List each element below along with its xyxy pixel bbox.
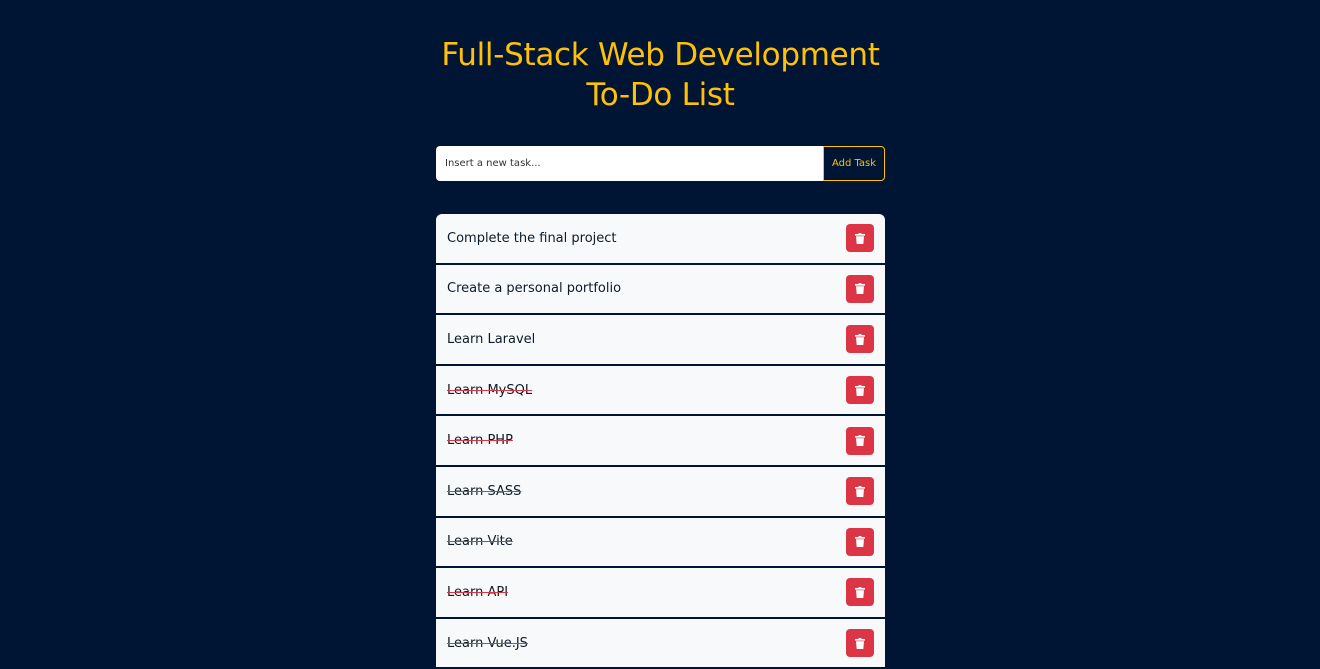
task-item[interactable]: Learn MySQL [436, 365, 885, 417]
trash-icon [855, 435, 865, 447]
task-item[interactable]: Learn SASS [436, 466, 885, 518]
page-title: Full-Stack Web Development To-Do List [416, 35, 905, 115]
add-task-button[interactable]: Add Task [823, 146, 885, 181]
task-text[interactable]: Complete the final project [447, 231, 617, 246]
delete-task-button[interactable] [846, 527, 874, 556]
task-text[interactable]: Learn SASS [447, 484, 521, 499]
trash-icon [855, 637, 865, 649]
task-text[interactable]: Learn PHP [447, 433, 513, 448]
delete-task-button[interactable] [846, 376, 874, 405]
title-line-2: To-Do List [586, 77, 735, 113]
delete-task-button[interactable] [846, 629, 874, 658]
task-item[interactable]: Complete the final project [436, 214, 885, 265]
task-item[interactable]: Learn PHP [436, 416, 885, 467]
task-item[interactable]: Learn Vite [436, 517, 885, 569]
delete-task-button[interactable] [846, 578, 874, 607]
new-task-input[interactable] [436, 146, 823, 181]
trash-icon [855, 333, 865, 345]
title-line-1: Full-Stack Web Development [441, 37, 880, 73]
task-text[interactable]: Learn Laravel [447, 332, 535, 347]
task-list: Complete the final project Create a perso… [436, 214, 885, 669]
trash-icon [855, 232, 865, 244]
task-text[interactable]: Learn Vite [447, 534, 513, 549]
trash-icon [855, 384, 865, 396]
trash-icon [855, 536, 865, 548]
task-item[interactable]: Learn Vue.JS [436, 618, 885, 669]
delete-task-button[interactable] [846, 224, 874, 253]
task-item[interactable]: Learn API [436, 568, 885, 619]
task-text[interactable]: Create a personal portfolio [447, 281, 621, 296]
add-task-form: Add Task [436, 146, 885, 181]
task-text[interactable]: Learn Vue.JS [447, 636, 528, 651]
delete-task-button[interactable] [846, 325, 874, 354]
task-text[interactable]: Learn MySQL [447, 383, 532, 398]
delete-task-button[interactable] [846, 274, 874, 303]
trash-icon [855, 485, 865, 497]
task-text[interactable]: Learn API [447, 585, 508, 600]
delete-task-button[interactable] [846, 477, 874, 506]
trash-icon [855, 283, 865, 295]
task-item[interactable]: Create a personal portfolio [436, 264, 885, 316]
delete-task-button[interactable] [846, 426, 874, 455]
trash-icon [855, 586, 865, 598]
task-item[interactable]: Learn Laravel [436, 315, 885, 366]
